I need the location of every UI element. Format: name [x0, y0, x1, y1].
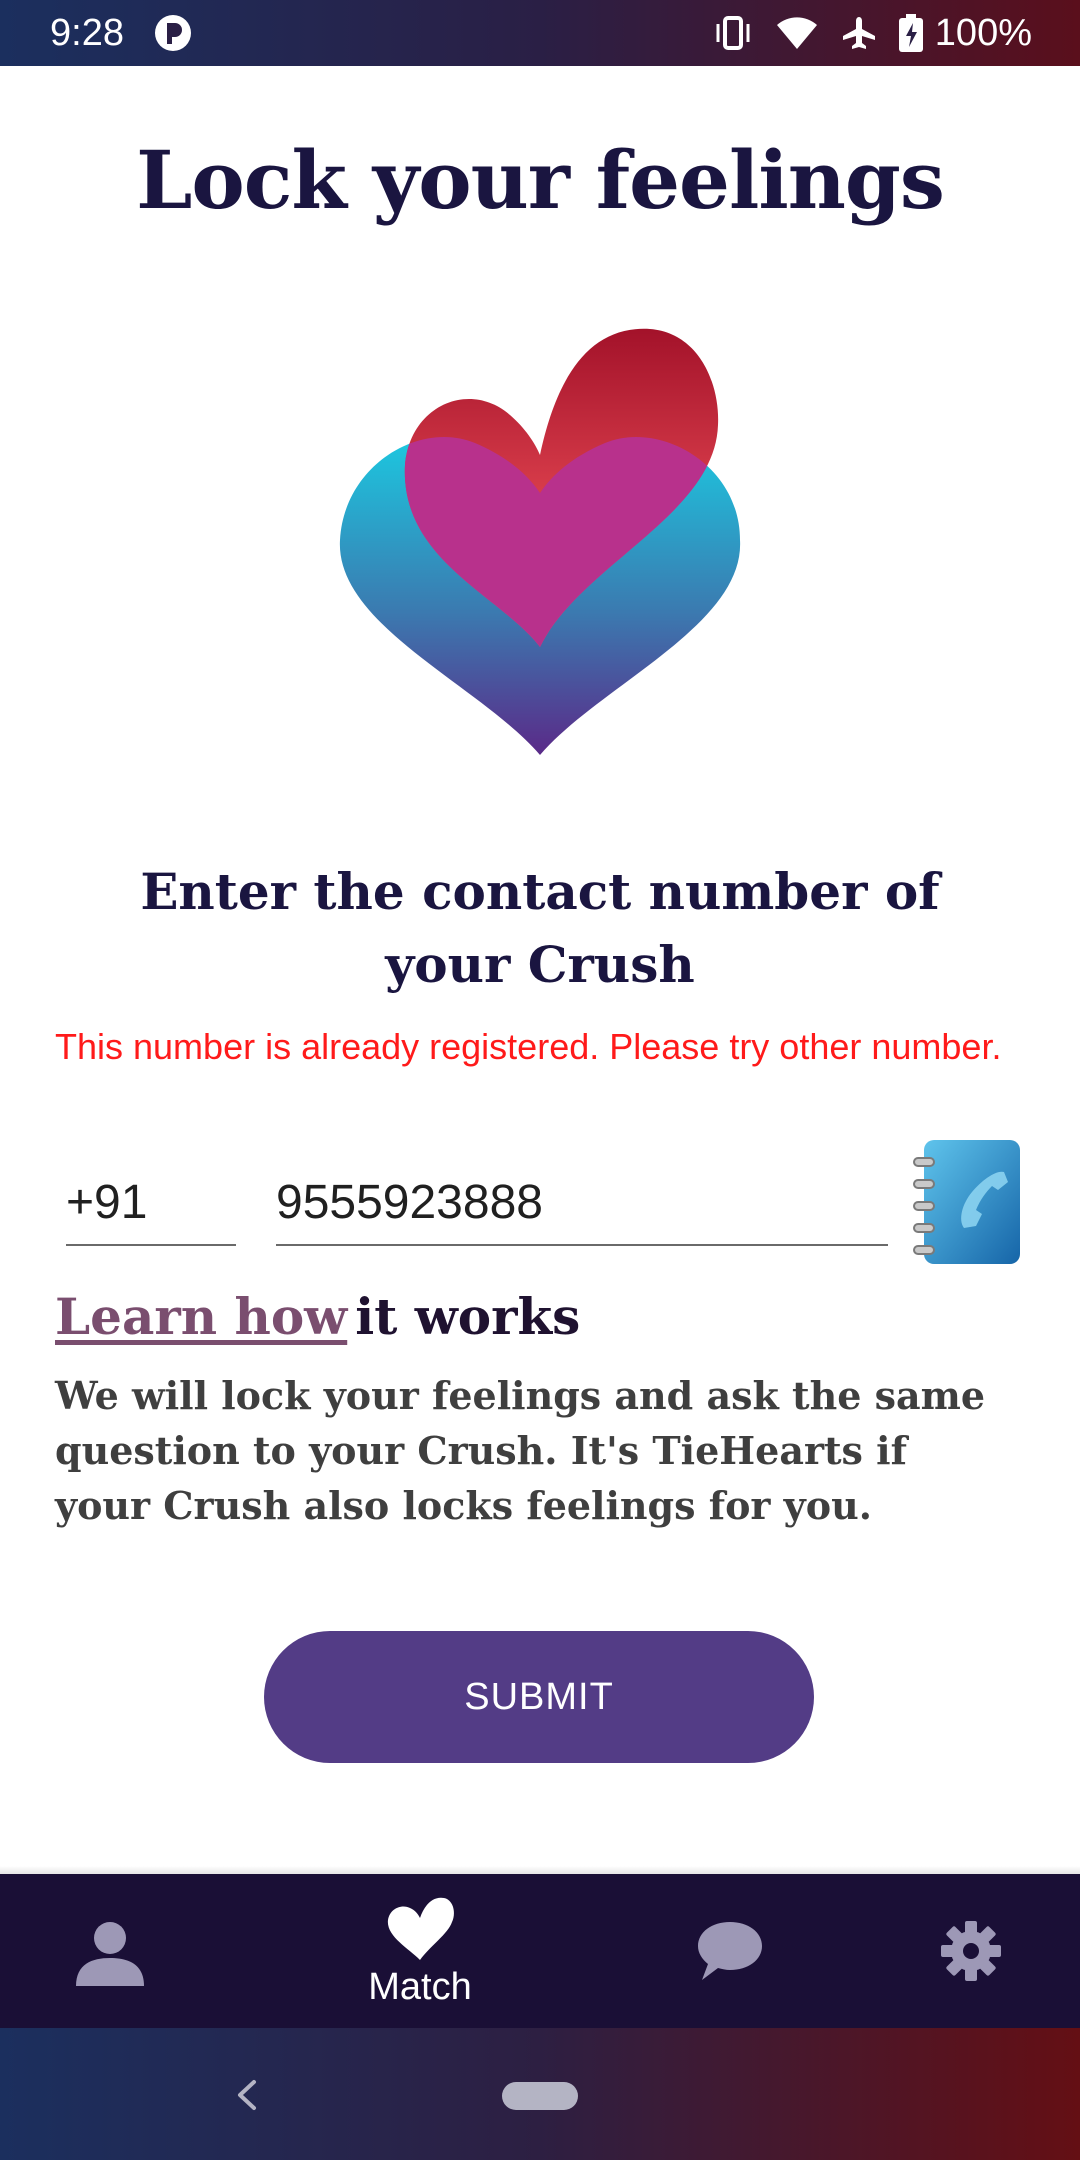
- battery-charging-icon: [898, 14, 923, 52]
- nav-item-profile[interactable]: [40, 1874, 180, 2028]
- page-title: Lock your feelings: [136, 133, 945, 227]
- two-hearts-logo: [339, 328, 741, 755]
- airplane-mode-icon: [842, 17, 875, 49]
- battery-percent: 100%: [934, 12, 1032, 54]
- nav-item-chat[interactable]: [660, 1874, 800, 2028]
- profile-icon: [76, 1922, 144, 1986]
- bottom-nav: Match: [0, 1874, 1080, 2028]
- notification-app-icon: [155, 15, 191, 51]
- nav-item-match[interactable]: Match: [340, 1874, 500, 2028]
- how-it-works-description: We will lock your feelings and ask the s…: [55, 1373, 986, 1528]
- error-message: This number is already registered. Pleas…: [55, 1026, 1002, 1067]
- heart-icon: [387, 1897, 454, 1960]
- status-bar: 9:28 100%: [0, 0, 1080, 66]
- wifi-icon: [776, 17, 817, 49]
- status-time: 9:28: [50, 12, 124, 54]
- contact-book-icon[interactable]: [912, 1134, 1024, 1268]
- vibrate-icon: [716, 16, 750, 50]
- learn-how-link[interactable]: Learn how: [55, 1287, 347, 1346]
- back-chevron-icon[interactable]: [222, 2070, 272, 2120]
- nav-divider: [0, 1866, 1080, 1874]
- home-pill[interactable]: [502, 2082, 578, 2110]
- status-icons: 100%: [713, 10, 1032, 56]
- phone-number-input[interactable]: [276, 1160, 888, 1246]
- nav-item-settings[interactable]: [900, 1874, 1040, 2028]
- submit-button[interactable]: SUBMIT: [264, 1631, 814, 1763]
- nav-label-match: Match: [368, 1966, 472, 2008]
- chat-icon: [698, 1922, 762, 1980]
- country-code-input[interactable]: [66, 1160, 236, 1246]
- learn-how-row: Learn how it works: [55, 1285, 580, 1349]
- learn-how-suffix: it works: [355, 1287, 581, 1346]
- settings-icon: [941, 1921, 1001, 1981]
- contact-prompt: Enter the contact number of your Crush: [140, 862, 940, 994]
